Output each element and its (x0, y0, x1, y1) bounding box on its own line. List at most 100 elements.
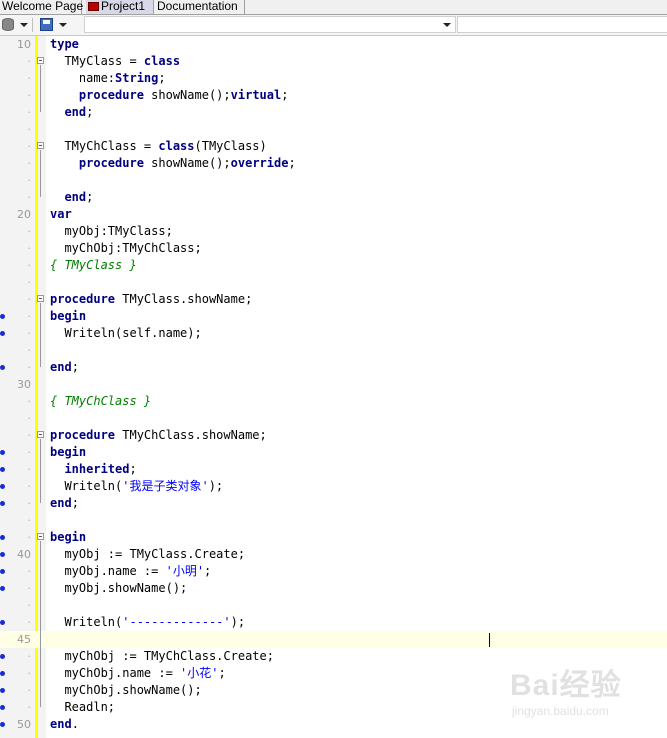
code-line[interactable]: 50 end. (0, 716, 667, 733)
code-line[interactable]: · (0, 121, 667, 138)
fold-toggle-icon[interactable] (37, 533, 44, 540)
breakpoint-marker-icon[interactable] (0, 671, 5, 676)
code-line[interactable]: · procedure TMyClass.showName; (0, 291, 667, 308)
fold-guide (40, 150, 41, 197)
method-combo[interactable] (457, 16, 667, 33)
code-line[interactable]: · TMyChClass = class(TMyClass) (0, 138, 667, 155)
code-line[interactable]: · { TMyClass } (0, 257, 667, 274)
watermark-logo: Bai经验 (510, 669, 622, 702)
text-caret (489, 633, 490, 647)
breakpoint-marker-icon[interactable] (0, 569, 5, 574)
database-dropdown-button[interactable] (2, 16, 28, 33)
code-line[interactable]: 30 (0, 376, 667, 393)
code-line[interactable]: · end; (0, 359, 667, 376)
code-token: name: (50, 71, 116, 85)
breakpoint-marker-icon[interactable] (0, 586, 5, 591)
keyword-token: begin (50, 445, 87, 459)
code-line[interactable]: · Writeln(self.name); (0, 325, 667, 342)
code-line[interactable]: · (0, 172, 667, 189)
code-token: ; (218, 666, 226, 680)
code-line[interactable]: · name:String; (0, 70, 667, 87)
breakpoint-marker-icon[interactable] (0, 365, 5, 370)
keyword-token: end (64, 190, 87, 204)
save-dropdown-button[interactable] (40, 16, 67, 33)
tab-project1[interactable]: Project1 (86, 0, 154, 14)
code-line[interactable]: · myObj:TMyClass; (0, 223, 667, 240)
breakpoint-marker-icon[interactable] (0, 688, 5, 693)
breakpoint-marker-icon[interactable] (0, 654, 5, 659)
chevron-down-icon[interactable] (443, 23, 451, 27)
breakpoint-marker-icon[interactable] (0, 314, 5, 319)
breakpoint-marker-icon[interactable] (0, 552, 5, 557)
code-line[interactable]: · myChObj:TMyChClass; (0, 240, 667, 257)
code-text: end. (50, 716, 79, 733)
code-text: end; (50, 495, 79, 512)
code-token: showName(); (143, 156, 231, 170)
code-line[interactable]: · (0, 512, 667, 529)
code-text: myChObj:TMyChClass; (50, 240, 202, 257)
breakpoint-marker-icon[interactable] (0, 535, 5, 540)
tab-welcome-page[interactable]: Welcome Page (0, 0, 83, 14)
breakpoint-marker-icon[interactable] (0, 467, 5, 472)
code-line[interactable]: · (0, 274, 667, 291)
code-line[interactable]: · { TMyChClass } (0, 393, 667, 410)
breakpoint-marker-icon[interactable] (0, 331, 5, 336)
code-token: ; (204, 564, 212, 578)
line-number: · (27, 395, 32, 408)
code-line[interactable]: · procedure TMyChClass.showName; (0, 427, 667, 444)
tab-documentation[interactable]: Documentation (155, 0, 245, 14)
fold-toggle-icon[interactable] (37, 142, 44, 149)
code-line[interactable]: · begin (0, 308, 667, 325)
code-token: myChObj := TMyChClass.Create; (50, 649, 274, 663)
unit-scope-combo[interactable] (84, 16, 456, 33)
line-number: · (27, 191, 32, 204)
code-line[interactable]: 10 type (0, 36, 667, 53)
fold-toggle-icon[interactable] (37, 57, 44, 64)
watermark-url: jingyan.baidu.com (512, 704, 609, 718)
code-text: myObj.name := '小明'; (50, 563, 211, 580)
code-line[interactable]: · end; (0, 495, 667, 512)
code-text: procedure showName();virtual; (50, 87, 289, 104)
code-line[interactable]: · procedure showName();virtual; (0, 87, 667, 104)
code-line[interactable]: 20 var (0, 206, 667, 223)
fold-toggle-icon[interactable] (37, 431, 44, 438)
fold-guide (40, 303, 41, 367)
code-line[interactable]: · begin (0, 529, 667, 546)
code-token: myChObj:TMyChClass; (50, 241, 202, 255)
keyword-token: String (115, 71, 159, 85)
code-line[interactable]: · begin (0, 444, 667, 461)
code-token: (TMyClass) (194, 139, 267, 153)
breakpoint-marker-icon[interactable] (0, 450, 5, 455)
code-token: ); (230, 615, 246, 629)
breakpoint-marker-icon[interactable] (0, 501, 5, 506)
code-text: Writeln('-------------'); (50, 614, 245, 631)
code-line[interactable]: 45 (0, 631, 667, 648)
code-line[interactable]: · myObj.showName(); (0, 580, 667, 597)
code-editor[interactable]: 10 type · TMyClass = class · name:String; · … (0, 36, 667, 738)
code-text: procedure showName();override; (50, 155, 296, 172)
breakpoint-marker-icon[interactable] (0, 620, 5, 625)
code-text: { TMyChClass } (50, 393, 151, 410)
code-line[interactable]: · end; (0, 104, 667, 121)
code-line[interactable]: · Writeln('-------------'); (0, 614, 667, 631)
fold-toggle-icon[interactable] (37, 295, 44, 302)
code-token: ; (86, 105, 94, 119)
code-line[interactable]: · myObj.name := '小明'; (0, 563, 667, 580)
breakpoint-marker-icon[interactable] (0, 705, 5, 710)
code-line[interactable]: · end; (0, 189, 667, 206)
breakpoint-marker-icon[interactable] (0, 722, 5, 727)
code-line[interactable]: · (0, 597, 667, 614)
code-line[interactable]: · procedure showName();override; (0, 155, 667, 172)
keyword-token: begin (50, 309, 87, 323)
code-line[interactable]: · (0, 342, 667, 359)
line-number: · (27, 599, 32, 612)
breakpoint-marker-icon[interactable] (0, 484, 5, 489)
save-icon (40, 18, 53, 31)
code-line[interactable]: 40 myObj := TMyClass.Create; (0, 546, 667, 563)
line-number: · (27, 123, 32, 136)
code-token: ); (208, 479, 224, 493)
code-line[interactable]: · (0, 410, 667, 427)
code-line[interactable]: · Writeln('我是子类对象'); (0, 478, 667, 495)
code-line[interactable]: · TMyClass = class (0, 53, 667, 70)
code-line[interactable]: · inherited; (0, 461, 667, 478)
